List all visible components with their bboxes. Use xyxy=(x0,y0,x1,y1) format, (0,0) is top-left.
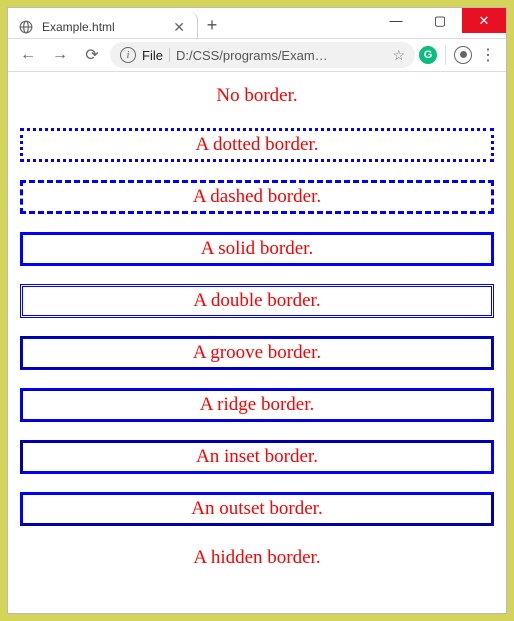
tab-title: Example.html xyxy=(42,20,115,34)
example-outset: An outset border. xyxy=(20,492,494,526)
site-info-icon[interactable]: i xyxy=(120,47,136,63)
example-hidden: A hidden border. xyxy=(20,544,494,572)
forward-button[interactable]: → xyxy=(46,41,74,69)
toolbar-separator xyxy=(445,45,446,65)
url-divider xyxy=(169,48,170,62)
tab-close-icon[interactable]: ✕ xyxy=(173,19,185,36)
page-icon xyxy=(18,19,34,35)
maximize-button[interactable]: ▢ xyxy=(418,8,462,33)
example-dotted: A dotted border. xyxy=(20,128,494,162)
new-tab-button[interactable]: + xyxy=(198,8,226,38)
example-dashed: A dashed border. xyxy=(20,180,494,214)
window-controls: — ▢ ✕ xyxy=(374,8,506,33)
example-inset: An inset border. xyxy=(20,440,494,474)
profile-avatar-icon[interactable] xyxy=(454,46,472,64)
example-ridge: A ridge border. xyxy=(20,388,494,422)
browser-window: Example.html ✕ + — ▢ ✕ ← → ⟳ i File D:/C… xyxy=(7,7,507,614)
address-bar[interactable]: i File D:/CSS/programs/Exam… ☆ xyxy=(110,42,415,68)
example-double: A double border. xyxy=(20,284,494,318)
example-groove: A groove border. xyxy=(20,336,494,370)
toolbar: ← → ⟳ i File D:/CSS/programs/Exam… ☆ G ⋮ xyxy=(8,38,506,72)
extension-icon[interactable]: G xyxy=(419,46,437,64)
example-solid: A solid border. xyxy=(20,232,494,266)
url-text: D:/CSS/programs/Exam… xyxy=(176,48,328,63)
example-none: No border. xyxy=(20,82,494,110)
close-window-button[interactable]: ✕ xyxy=(462,8,506,33)
back-button[interactable]: ← xyxy=(14,41,42,69)
bookmark-star-icon[interactable]: ☆ xyxy=(392,47,405,64)
reload-button[interactable]: ⟳ xyxy=(78,41,106,69)
titlebar: Example.html ✕ + — ▢ ✕ xyxy=(8,8,506,38)
minimize-button[interactable]: — xyxy=(374,8,418,33)
url-scheme: File xyxy=(142,48,163,63)
page-content: No border. A dotted border. A dashed bor… xyxy=(8,72,506,613)
menu-button[interactable]: ⋮ xyxy=(476,45,500,65)
